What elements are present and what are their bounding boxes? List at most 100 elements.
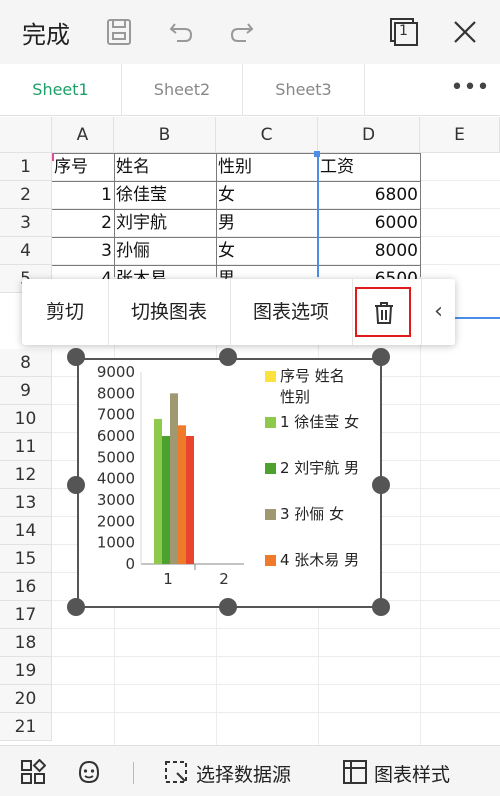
- chart-options-button[interactable]: 图表选项: [230, 279, 352, 345]
- legend-label: 1 徐佳莹 女: [280, 413, 359, 431]
- row-header-18[interactable]: 18: [0, 629, 52, 657]
- cell-a5[interactable]: 4: [52, 265, 114, 279]
- assistant-face-icon[interactable]: [76, 759, 102, 785]
- resize-handle-bottom-right[interactable]: [372, 598, 390, 616]
- row-header-11[interactable]: 11: [0, 433, 52, 461]
- close-icon[interactable]: [447, 14, 483, 50]
- row-header-17[interactable]: 17: [0, 601, 52, 629]
- select-all-corner[interactable]: [0, 117, 52, 153]
- chart-style-icon[interactable]: [342, 759, 368, 785]
- column-header-b[interactable]: B: [114, 117, 216, 153]
- y-tick-label: 0: [125, 555, 135, 573]
- resize-handle-right[interactable]: [372, 476, 390, 494]
- y-tick-label: 6000: [97, 427, 135, 445]
- legend-swatch: [265, 463, 276, 474]
- window-count: 1: [399, 23, 408, 39]
- row-header-16[interactable]: 16: [0, 573, 52, 601]
- resize-handle-top-left[interactable]: [67, 348, 85, 366]
- cell-b3[interactable]: 刘宇航: [114, 209, 216, 237]
- bar: [170, 393, 178, 564]
- delete-button[interactable]: [355, 287, 411, 337]
- row-header-8[interactable]: 8: [0, 349, 52, 377]
- legend-swatch: [265, 417, 276, 428]
- save-icon[interactable]: [101, 14, 137, 50]
- cell-d1[interactable]: 工资: [318, 153, 420, 181]
- legend-label: 3 孙俪 女: [280, 505, 344, 523]
- undo-icon[interactable]: [163, 14, 199, 50]
- legend-swatch: [265, 555, 276, 566]
- row-header-14[interactable]: 14: [0, 517, 52, 545]
- cell-b2[interactable]: 徐佳莹: [114, 181, 216, 209]
- legend-label: 2 刘宇航 男: [280, 459, 359, 477]
- resize-handle-top[interactable]: [219, 348, 237, 366]
- cell-b1[interactable]: 姓名: [114, 153, 216, 181]
- cell-d5[interactable]: 6500: [318, 265, 420, 279]
- row-header-1[interactable]: 1: [0, 153, 52, 181]
- row-header-12[interactable]: 12: [0, 461, 52, 489]
- legend-label: 序号 姓名: [280, 367, 345, 385]
- tab-sheet1[interactable]: Sheet1: [0, 64, 122, 116]
- row-header-19[interactable]: 19: [0, 657, 52, 685]
- cell-d3[interactable]: 6000: [318, 209, 420, 237]
- cell-b4[interactable]: 孙俪: [114, 237, 216, 265]
- resize-handle-left[interactable]: [67, 476, 85, 494]
- row-header-10[interactable]: 10: [0, 405, 52, 433]
- row-header-9[interactable]: 9: [0, 377, 52, 405]
- cell-a1[interactable]: 序号: [52, 153, 114, 181]
- column-header-e[interactable]: E: [420, 117, 500, 153]
- x-category-label: 1: [163, 570, 173, 588]
- trash-icon: [375, 302, 393, 324]
- cell-c3[interactable]: 男: [216, 209, 318, 237]
- resize-handle-top-right[interactable]: [372, 348, 390, 366]
- y-tick-label: 9000: [97, 363, 135, 381]
- bar: [178, 425, 186, 564]
- chart-object[interactable]: 9000 8000 7000 6000 5000 4000 3000 2000 1000 0 1 2…: [77, 358, 382, 608]
- apps-grid-icon[interactable]: [20, 759, 46, 785]
- y-tick-label: 4000: [97, 470, 135, 488]
- bar: [154, 418, 162, 564]
- bar: [162, 436, 170, 564]
- tab-sheet2[interactable]: Sheet2: [122, 64, 243, 116]
- y-tick-label: 1000: [97, 534, 135, 552]
- row-header-20[interactable]: 20: [0, 685, 52, 713]
- cell-a4[interactable]: 3: [52, 237, 114, 265]
- row-header-13[interactable]: 13: [0, 489, 52, 517]
- chevron-left-icon[interactable]: ‹: [422, 279, 455, 345]
- column-header-c[interactable]: C: [216, 117, 318, 153]
- legend-label: 4 张木易 男: [280, 551, 359, 569]
- cut-button[interactable]: 剪切: [22, 279, 108, 345]
- column-header-a[interactable]: A: [52, 117, 114, 153]
- redo-icon[interactable]: [224, 14, 260, 50]
- cell-c4[interactable]: 女: [216, 237, 318, 265]
- done-button[interactable]: 完成: [22, 15, 70, 50]
- resize-handle-bottom[interactable]: [219, 598, 237, 616]
- cell-c5[interactable]: 男: [216, 265, 318, 279]
- row-header-3[interactable]: 3: [0, 209, 52, 237]
- cell-b5[interactable]: 张木易: [114, 265, 216, 279]
- legend-label: 性别: [280, 388, 310, 406]
- tab-sheet3[interactable]: Sheet3: [243, 64, 365, 116]
- cell-a3[interactable]: 2: [52, 209, 114, 237]
- cell-d4[interactable]: 8000: [318, 237, 420, 265]
- row-header-15[interactable]: 15: [0, 545, 52, 573]
- cell-a2[interactable]: 1: [52, 181, 114, 209]
- y-tick-label: 2000: [97, 512, 135, 530]
- select-data-source-button[interactable]: 选择数据源: [196, 760, 291, 787]
- switch-chart-button[interactable]: 切换图表: [108, 279, 230, 345]
- row-header-2[interactable]: 2: [0, 181, 52, 209]
- chart-context-menu: 剪切 切换图表 图表选项 ‹: [22, 279, 455, 345]
- sheet-tabs: Sheet1 Sheet2 Sheet3 •••: [0, 64, 500, 116]
- cell-d2[interactable]: 6800: [318, 181, 420, 209]
- y-tick-label: 8000: [97, 384, 135, 402]
- select-range-icon[interactable]: [163, 759, 189, 785]
- column-header-d[interactable]: D: [318, 117, 420, 153]
- row-header-4[interactable]: 4: [0, 237, 52, 265]
- resize-handle-bottom-left[interactable]: [67, 598, 85, 616]
- row-header-21[interactable]: 21: [0, 713, 52, 741]
- cell-c2[interactable]: 女: [216, 181, 318, 209]
- chart-style-button[interactable]: 图表样式: [374, 760, 450, 787]
- cell-c1[interactable]: 性别: [216, 153, 318, 181]
- y-tick-label: 5000: [97, 448, 135, 466]
- more-icon[interactable]: •••: [440, 64, 500, 116]
- x-category-label: 2: [219, 570, 229, 588]
